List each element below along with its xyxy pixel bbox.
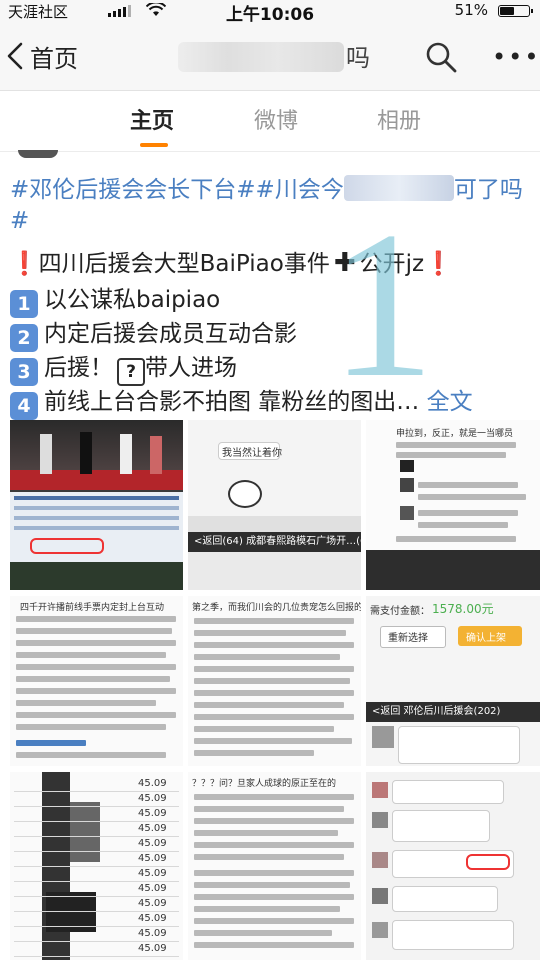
spreadsheet-cell: 45.09 xyxy=(138,883,167,894)
list-item-text: 以公谋私baipiao xyxy=(44,287,221,313)
back-button[interactable]: 首页 xyxy=(6,36,78,76)
payment-amount: 1578.00元 xyxy=(432,602,494,616)
post-image-9[interactable] xyxy=(366,772,540,960)
spreadsheet-cell: 45.09 xyxy=(138,913,167,924)
screenshot-text: ？？？问？旦家人成球的原正至在的 xyxy=(192,779,337,789)
spreadsheet-cell: 45.09 xyxy=(138,838,167,849)
number-4-icon: 4 xyxy=(10,392,38,420)
battery-percent: 51% xyxy=(454,1,488,19)
reselect-button: 重新选择 xyxy=(388,633,428,644)
nav-bar: 首页 吗 ••• xyxy=(0,22,540,91)
profile-tabs: 主页 微博 相册 xyxy=(0,91,540,152)
headline-text: 四川后援会大型BaiPiao事件 xyxy=(38,251,330,277)
watermark: 1 xyxy=(330,189,435,421)
title-visible-text: 吗 xyxy=(346,44,370,72)
hashtag-tail[interactable]: 可了吗 xyxy=(454,177,523,203)
list-item: 1 以公谋私baipiao xyxy=(10,280,220,318)
tab-album[interactable]: 相册 xyxy=(377,103,421,135)
spreadsheet-row-divider xyxy=(14,836,179,837)
post-image-5[interactable]: 第之季，而我们川会的几位贵宠怎么回报的呢？ xyxy=(188,596,361,766)
spreadsheet-row-divider xyxy=(14,911,179,912)
spreadsheet-row-divider xyxy=(14,896,179,897)
spreadsheet-cell: 45.09 xyxy=(138,928,167,939)
chevron-left-icon xyxy=(7,42,23,70)
spreadsheet-row-divider xyxy=(14,806,179,807)
back-label: 首页 xyxy=(30,44,78,73)
list-item-text: 内定后援会成员互动合影 xyxy=(44,321,297,347)
post-hashtag-line[interactable]: #邓伦后援会会长下台##川会今 可了吗 xyxy=(10,170,523,204)
spreadsheet-row-divider xyxy=(14,941,179,942)
blurred-username xyxy=(178,42,344,72)
more-icon[interactable]: ••• xyxy=(492,42,538,72)
spreadsheet-row-divider xyxy=(14,956,179,957)
screenshot-text: 申拉到，反正，就是一当哪员 xyxy=(396,429,514,439)
post-image-3[interactable]: 申拉到，反正，就是一当哪员 xyxy=(366,420,540,590)
chat-header: <返回 邓伦后川后援会(202) xyxy=(366,702,540,722)
spreadsheet-cell: 45.09 xyxy=(138,778,167,789)
spreadsheet-row-divider xyxy=(14,926,179,927)
spreadsheet-row-divider xyxy=(14,851,179,852)
profile-title: 吗 xyxy=(178,36,378,76)
chat-text: 我当然让着你 xyxy=(222,448,282,459)
chat-header: <返回(64) 成都春熙路模石广场开…(64) xyxy=(188,532,361,552)
exclamation-icon: ❗ xyxy=(10,251,39,277)
status-bar: 天涯社区 上午10:06 51% xyxy=(0,0,540,25)
post-hashtag-line-2: # xyxy=(10,208,29,234)
post-image-4[interactable]: 四千开许播前线手票内定封上台互动 xyxy=(10,596,183,766)
list-item: 3 后援！? 带人进场 xyxy=(10,348,237,386)
search-icon[interactable] xyxy=(424,40,458,74)
payment-label: 需支付金额： xyxy=(370,606,430,617)
spreadsheet-row-divider xyxy=(14,821,179,822)
spreadsheet-row-divider xyxy=(14,791,179,792)
image-grid: 我当然让着你 <返回(64) 成都春熙路模石广场开…(64) 申拉到，反正，就是… xyxy=(10,420,540,960)
active-tab-indicator xyxy=(140,143,168,147)
spreadsheet-cell: 45.09 xyxy=(138,853,167,864)
spreadsheet-cell: 45.09 xyxy=(138,898,167,909)
list-item: 2 内定后援会成员互动合影 xyxy=(10,314,297,352)
screenshot-text: 四千开许播前线手票内定封上台互动 xyxy=(20,603,165,613)
battery-icon xyxy=(498,5,533,17)
avatar xyxy=(18,150,58,158)
list-item-text-tail: 带人进场 xyxy=(145,355,237,381)
spreadsheet-cell: 45.09 xyxy=(138,793,167,804)
list-item-text: 后援！ xyxy=(44,355,113,381)
post-image-6[interactable]: 需支付金额： 1578.00元 重新选择 确认上架 <返回 邓伦后川后援会(20… xyxy=(366,596,540,766)
tab-home[interactable]: 主页 xyxy=(130,103,174,135)
confirm-button: 确认上架 xyxy=(466,633,506,644)
spreadsheet-row-divider xyxy=(14,866,179,867)
spreadsheet-cell: 45.09 xyxy=(138,943,167,954)
tab-weibo[interactable]: 微博 xyxy=(254,103,298,135)
spreadsheet-cell: 45.09 xyxy=(138,868,167,879)
hashtag-end[interactable]: # xyxy=(10,208,29,234)
post-image-7[interactable]: 45.09 45.09 45.09 45.09 45.09 45.09 45.09 45.09… xyxy=(10,772,183,960)
spreadsheet-row-divider xyxy=(14,881,179,882)
post-image-8[interactable]: ？？？问？旦家人成球的原正至在的 xyxy=(188,772,361,960)
post-image-1[interactable] xyxy=(10,420,183,590)
hashtag-text[interactable]: #邓伦后援会会长下台##川会今 xyxy=(10,177,344,203)
screenshot-text: 第之季，而我们川会的几位贵宠怎么回报的呢？ xyxy=(192,603,361,613)
spreadsheet-cell: 45.09 xyxy=(138,823,167,834)
post-image-2[interactable]: 我当然让着你 <返回(64) 成都春熙路模石广场开…(64) xyxy=(188,420,361,590)
spreadsheet-cell: 45.09 xyxy=(138,808,167,819)
